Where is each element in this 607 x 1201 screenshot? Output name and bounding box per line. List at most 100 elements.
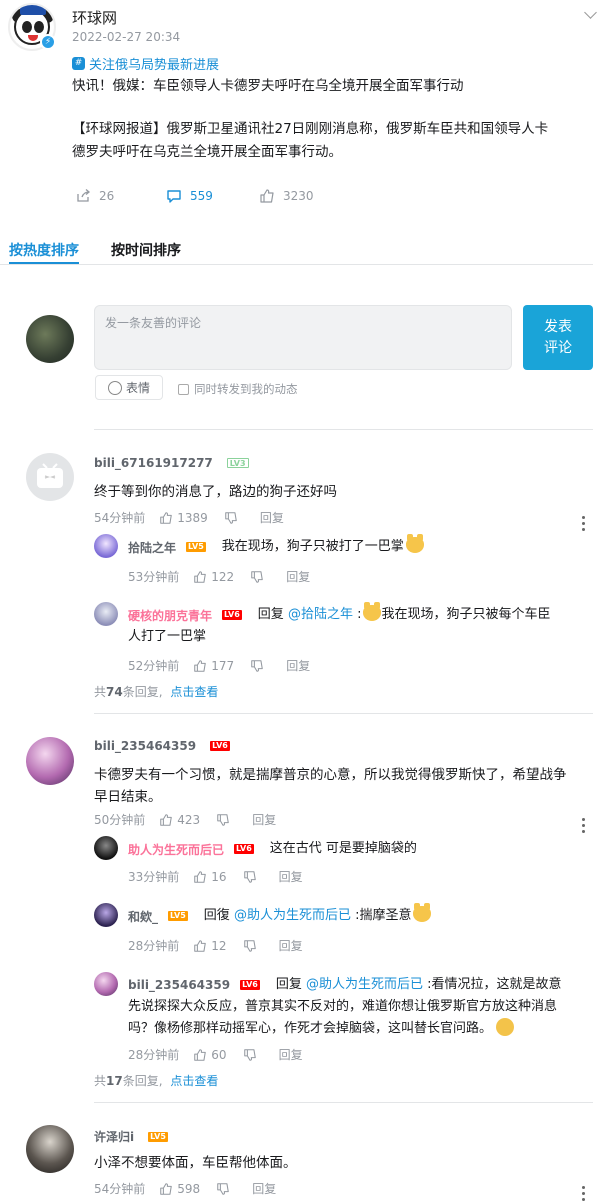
reply-dislike-button[interactable] — [250, 659, 264, 673]
reply-time: 53分钟前 — [128, 570, 180, 584]
chevron-down-icon[interactable] — [584, 6, 597, 19]
summary-prefix: 共 — [94, 685, 107, 699]
comment-username[interactable]: bili_67161917277 — [94, 456, 213, 470]
summary-suffix: 条回复, — [122, 685, 163, 699]
reply-username[interactable]: 和欸_ — [128, 908, 158, 925]
reply-username[interactable]: 助人为生死而后已 — [128, 841, 224, 858]
repost-checkbox[interactable]: 同时转发到我的动态 — [178, 381, 298, 397]
reply-dislike-button[interactable] — [250, 570, 264, 584]
reply-text-line: 吗？像杨修那样动摇军心，作死才会掉脑袋，这叫替长官问路。 — [128, 1018, 515, 1040]
comment-input[interactable]: 发一条友善的评论 — [94, 305, 512, 370]
comment-username[interactable]: 许泽归i — [94, 1128, 134, 1145]
reply-like-button[interactable]: 12 — [193, 939, 227, 953]
reply-prefix: 回复 — [275, 977, 302, 992]
reply-dislike-button[interactable] — [243, 939, 257, 953]
comment-dislike-button[interactable] — [216, 813, 230, 827]
hashtag-icon: # — [72, 57, 85, 70]
comment-time: 50分钟前 — [94, 813, 146, 827]
my-avatar — [26, 315, 74, 363]
thinking-emoji-icon — [496, 1018, 515, 1036]
like-count: 3230 — [283, 189, 314, 203]
reply-avatar[interactable] — [94, 903, 118, 927]
reply-dislike-button[interactable] — [243, 1048, 257, 1062]
comment-divider — [94, 1102, 593, 1103]
mention-link[interactable]: @助人为生死而后已 — [234, 908, 351, 923]
reply-summary: 共74条回复, 点击查看 — [94, 683, 218, 700]
more-options-icon[interactable] — [582, 516, 586, 531]
more-options-icon[interactable] — [582, 1186, 586, 1201]
comment-dislike-button[interactable] — [224, 511, 238, 525]
comment-like-count: 1389 — [177, 510, 208, 525]
reply-like-button[interactable]: 177 — [193, 659, 234, 673]
post-headline: 快讯！俄媒：车臣领导人卡德罗夫呼吁在乌全境开展全面军事行动 — [72, 78, 464, 94]
topic-link[interactable]: # 关注俄乌局势最新进展 — [72, 54, 219, 73]
reply-reply-button[interactable]: 回复 — [279, 1046, 303, 1063]
comment-like-button[interactable]: 1389 — [159, 511, 208, 525]
share-button[interactable]: 26 — [75, 188, 114, 204]
comment-avatar[interactable] — [26, 1125, 74, 1173]
comment-like-button[interactable]: 423 — [159, 813, 200, 827]
comment-dislike-button[interactable] — [216, 1182, 230, 1196]
thumb-down-icon — [251, 659, 263, 672]
comment-avatar[interactable] — [26, 737, 74, 785]
thumb-up-icon — [160, 511, 173, 524]
smiley-icon — [107, 380, 122, 395]
tab-sort-hot[interactable]: 按热度排序 — [9, 240, 79, 260]
thumb-up-icon — [194, 870, 207, 883]
reply-text-line: 人打了一巴掌 — [128, 629, 207, 644]
level-badge: LV6 — [234, 844, 254, 854]
thumb-up-icon — [260, 189, 274, 203]
summary-count: 74 — [106, 685, 123, 699]
reply-time: 28分钟前 — [128, 1048, 180, 1062]
reply-username[interactable]: bili_235464359 — [128, 978, 230, 992]
thumb-down-icon — [217, 813, 229, 826]
comment-placeholder: 发一条友善的评论 — [105, 316, 202, 330]
tabs-divider — [0, 264, 593, 265]
reply-like-button[interactable]: 60 — [193, 1048, 227, 1062]
reply-reply-button[interactable]: 回复 — [286, 568, 310, 585]
reply-prefix: 回复 — [257, 607, 284, 622]
level-badge: LV6 — [240, 980, 260, 990]
reply-username[interactable]: 硬核的朋克青年 — [128, 607, 212, 624]
comment-avatar[interactable] — [26, 453, 74, 501]
reply-like-button[interactable]: 16 — [193, 870, 227, 884]
author-name[interactable]: 环球网 — [72, 7, 117, 28]
comment-like-button[interactable]: 598 — [159, 1182, 200, 1196]
panda-eye — [22, 21, 32, 33]
more-options-icon[interactable] — [582, 818, 586, 833]
submit-comment-button[interactable]: 发表 评论 — [523, 305, 593, 370]
tab-sort-time[interactable]: 按时间排序 — [111, 240, 181, 260]
reply-like-button[interactable]: 122 — [193, 570, 234, 584]
thumb-down-icon — [243, 870, 256, 883]
reply-avatar[interactable] — [94, 534, 118, 558]
reply-avatar[interactable] — [94, 836, 118, 860]
mention-link[interactable]: @助人为生死而后已 — [306, 977, 423, 992]
view-replies-link[interactable]: 点击查看 — [170, 685, 218, 699]
reply-summary: 共17条回复, 点击查看 — [94, 1072, 218, 1089]
reply-dislike-button[interactable] — [243, 870, 257, 884]
topic-label: 关注俄乌局势最新进展 — [89, 58, 220, 73]
reply-username[interactable]: 拾陆之年 — [128, 539, 176, 556]
comment-reply-button[interactable]: 回复 — [252, 811, 276, 828]
comment-reply-button[interactable]: 回复 — [260, 509, 284, 526]
verified-icon: ⚡ — [40, 34, 56, 50]
mention-link[interactable]: @拾陆之年 — [288, 607, 353, 622]
emoji-button[interactable]: 表情 — [95, 375, 163, 400]
post-time: 2022-02-27 20:34 — [72, 30, 181, 44]
level-badge: LV6 — [210, 741, 230, 751]
reply-reply-button[interactable]: 回复 — [286, 657, 310, 674]
thumb-up-icon — [194, 659, 207, 672]
thumb-up-icon — [160, 1182, 173, 1195]
comment-reply-button[interactable]: 回复 — [252, 1180, 276, 1197]
submit-label-line: 发表 — [544, 318, 572, 335]
reply-reply-button[interactable]: 回复 — [279, 868, 303, 885]
reply-reply-button[interactable]: 回复 — [279, 937, 303, 954]
reply-avatar[interactable] — [94, 602, 118, 626]
like-button[interactable]: 3230 — [259, 188, 314, 204]
level-badge: LV5 — [168, 911, 188, 921]
comment-username[interactable]: bili_235464359 — [94, 739, 196, 753]
comment-button[interactable]: 559 — [166, 188, 213, 204]
view-replies-link[interactable]: 点击查看 — [170, 1074, 218, 1088]
reply-meta: 52分钟前 177 回复 — [128, 657, 310, 674]
reply-avatar[interactable] — [94, 972, 118, 996]
